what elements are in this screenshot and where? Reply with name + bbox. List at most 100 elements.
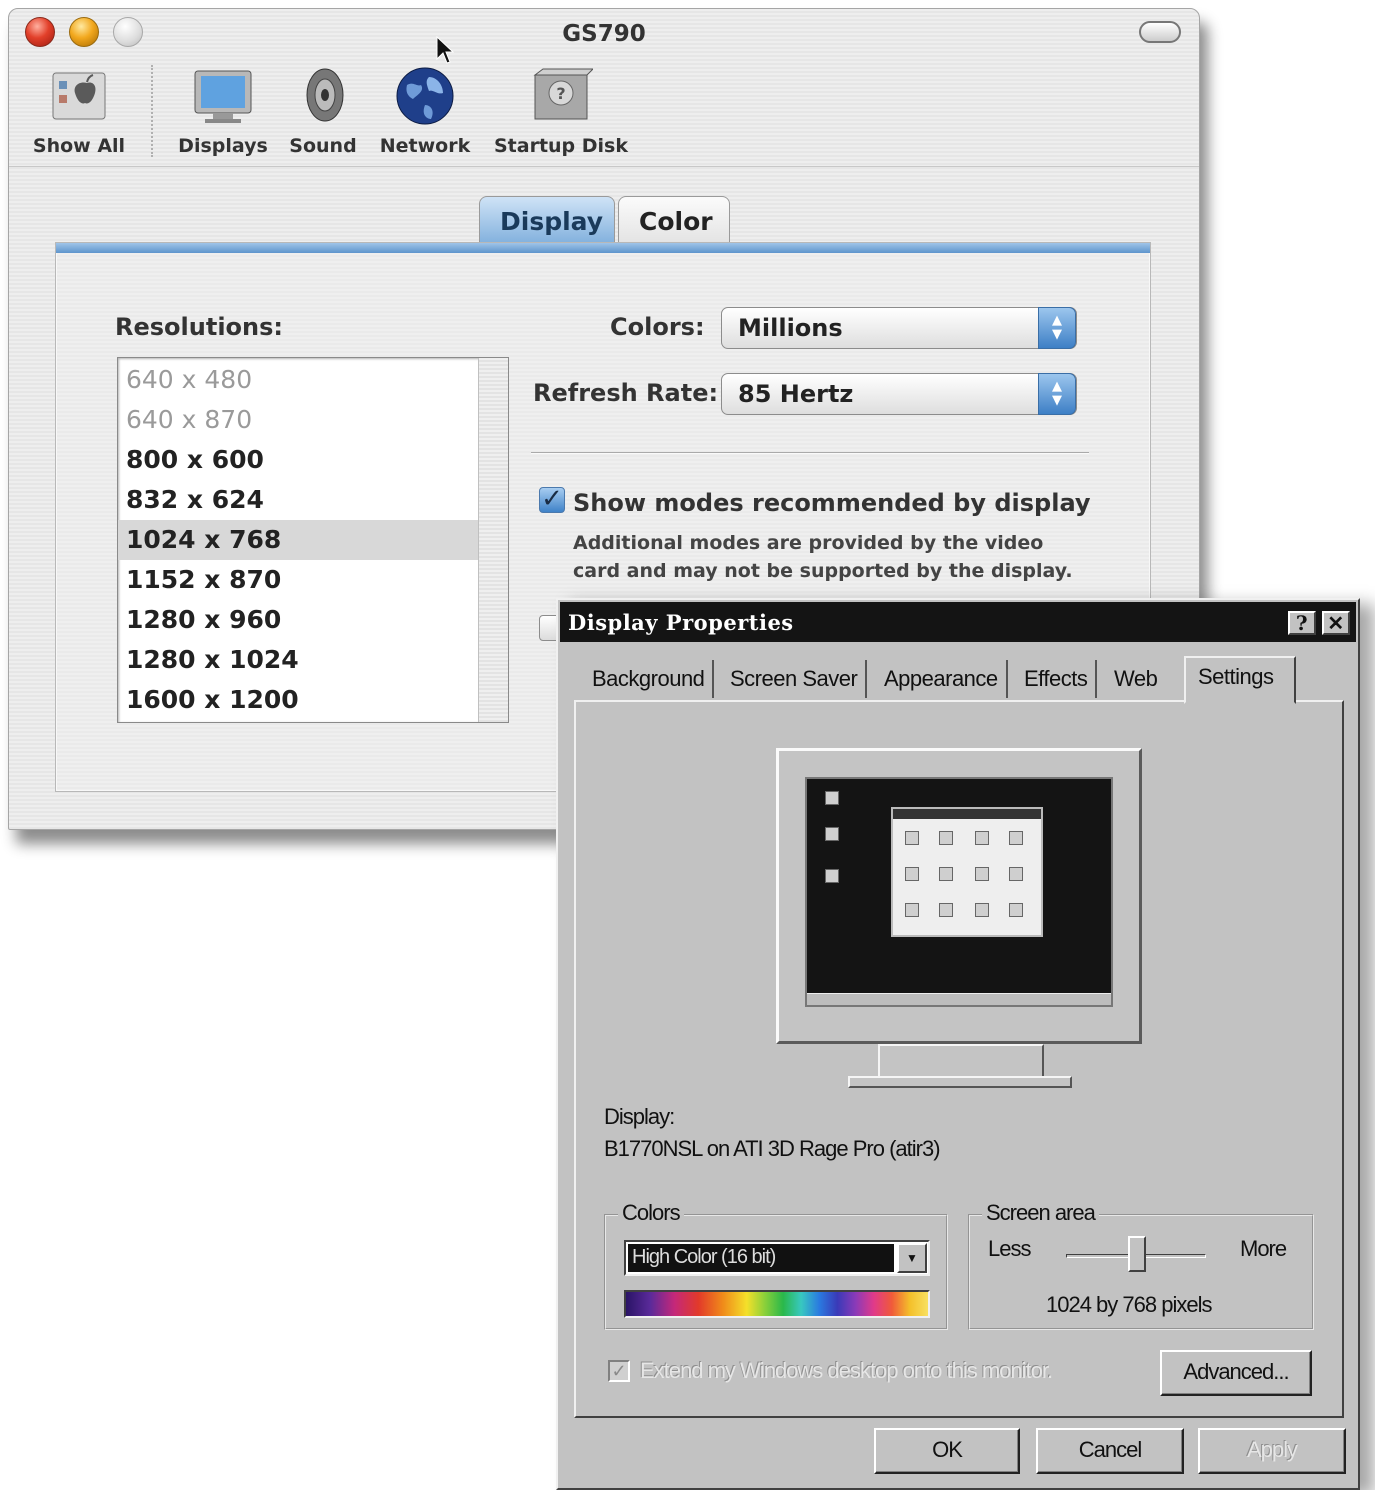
folder-icon bbox=[905, 903, 919, 917]
help-icon[interactable]: ? bbox=[1288, 611, 1316, 635]
refresh-rate-select[interactable]: 85 Hertz ▲ ▼ bbox=[721, 373, 1077, 415]
globe-icon bbox=[396, 67, 454, 125]
list-item-selected[interactable]: 1024 x 768 bbox=[118, 520, 478, 560]
resolutions-label: Resolutions: bbox=[115, 313, 283, 341]
list-item[interactable]: 640 x 480 bbox=[118, 360, 478, 400]
display-properties-dialog: Display Properties ? ✕ Background Screen… bbox=[556, 598, 1360, 1490]
folder-icon bbox=[1009, 903, 1023, 917]
tab-web[interactable]: Web bbox=[1106, 660, 1165, 698]
less-label: Less bbox=[988, 1236, 1031, 1261]
toolbar-displays[interactable]: Displays bbox=[173, 65, 273, 157]
prefs-toolbar: Show All Displays Sound Network ? Startu… bbox=[9, 55, 1199, 167]
tab-appearance[interactable]: Appearance bbox=[876, 660, 1008, 698]
window-title: GS790 bbox=[562, 21, 646, 47]
colors-combo[interactable]: High Color (16 bit) ▼ bbox=[624, 1240, 930, 1276]
show-modes-label[interactable]: Show modes recommended by display bbox=[573, 489, 1091, 517]
colors-group-label: Colors bbox=[618, 1200, 684, 1226]
folder-icon bbox=[975, 903, 989, 917]
toolbar-network[interactable]: Network bbox=[375, 65, 475, 157]
folder-icon bbox=[905, 867, 919, 881]
tab-background[interactable]: Background bbox=[584, 660, 715, 698]
toolbar-label: Show All bbox=[32, 135, 126, 157]
extend-desktop-label: Extend my Windows desktop onto this moni… bbox=[640, 1358, 1053, 1383]
toolbar-label: Startup Disk bbox=[493, 135, 628, 157]
show-modes-checkbox[interactable]: ✓ bbox=[539, 486, 565, 513]
tab-settings[interactable]: Settings bbox=[1184, 656, 1296, 704]
folder-icon bbox=[975, 867, 989, 881]
folder-icon bbox=[1009, 831, 1023, 845]
display-label: Display: bbox=[604, 1104, 675, 1129]
speaker-icon bbox=[306, 68, 344, 122]
advanced-button[interactable]: Advanced... bbox=[1160, 1350, 1312, 1396]
display-value: B1770NSL on ATI 3D Rage Pro (atir3) bbox=[604, 1136, 941, 1161]
tab-effects[interactable]: Effects bbox=[1016, 660, 1098, 698]
monitor-preview-icon bbox=[776, 748, 1142, 1044]
toolbar-label: Displays bbox=[178, 135, 268, 157]
colors-groupbox: Colors High Color (16 bit) ▼ bbox=[604, 1200, 948, 1330]
apply-button[interactable]: Apply bbox=[1198, 1428, 1346, 1474]
list-item[interactable]: 800 x 600 bbox=[118, 440, 478, 480]
screen-area-value: 1024 by 768 pixels bbox=[1046, 1292, 1212, 1317]
chevron-down-icon[interactable]: ▼ bbox=[897, 1243, 927, 1273]
list-item[interactable]: 1280 x 1024 bbox=[118, 640, 478, 680]
list-item[interactable]: 1280 x 960 bbox=[118, 600, 478, 640]
desktop-icon bbox=[825, 827, 839, 841]
screen-area-group-label: Screen area bbox=[982, 1200, 1099, 1226]
preview-window-bar bbox=[893, 809, 1041, 819]
colors-label: Colors: bbox=[610, 313, 705, 341]
show-modes-note: Additional modes are provided by the vid… bbox=[573, 532, 1073, 582]
folder-icon bbox=[939, 867, 953, 881]
list-scrollbar[interactable] bbox=[478, 358, 508, 722]
svg-text:?: ? bbox=[556, 84, 565, 103]
panel-accent-bar bbox=[56, 243, 1150, 253]
list-item[interactable]: 1600 x 1200 bbox=[118, 680, 478, 720]
tab-color[interactable]: Color bbox=[618, 196, 730, 246]
toolbar-label: Sound bbox=[289, 135, 357, 157]
screen-area-groupbox: Screen area Less More 1024 by 768 pixels bbox=[968, 1200, 1314, 1330]
toolbar-sound[interactable]: Sound bbox=[287, 65, 359, 157]
toolbar-label: Network bbox=[379, 135, 471, 157]
toolbar-toggle-button[interactable] bbox=[1139, 21, 1181, 43]
monitor-base-icon bbox=[848, 1076, 1072, 1088]
monitor-icon bbox=[194, 70, 252, 123]
list-item[interactable]: 640 x 870 bbox=[118, 400, 478, 440]
toolbar-startup-disk[interactable]: ? Startup Disk bbox=[493, 65, 629, 157]
list-item[interactable]: 832 x 624 bbox=[118, 480, 478, 520]
monitor-stand-icon bbox=[878, 1044, 1044, 1078]
close-icon[interactable]: ✕ bbox=[1322, 611, 1350, 635]
list-item[interactable]: 1152 x 870 bbox=[118, 560, 478, 600]
chevron-updown-icon: ▲ ▼ bbox=[1038, 373, 1076, 415]
chevron-updown-icon: ▲ ▼ bbox=[1038, 307, 1076, 349]
colors-select-value: Millions bbox=[738, 314, 843, 342]
extend-desktop-checkbox[interactable]: ✓ bbox=[608, 1360, 630, 1382]
ok-button[interactable]: OK bbox=[874, 1428, 1020, 1474]
colors-combo-value: High Color (16 bit) bbox=[628, 1244, 894, 1272]
apple-prefs-icon bbox=[52, 72, 106, 120]
more-label: More bbox=[1240, 1236, 1287, 1261]
folder-icon bbox=[939, 903, 953, 917]
colors-select[interactable]: Millions ▲ ▼ bbox=[721, 307, 1077, 349]
cancel-button[interactable]: Cancel bbox=[1036, 1428, 1184, 1474]
divider bbox=[531, 452, 1089, 454]
desktop-icon bbox=[825, 791, 839, 805]
folder-icon bbox=[939, 831, 953, 845]
dialog-title: Display Properties bbox=[568, 610, 794, 635]
desktop-icon bbox=[825, 869, 839, 883]
folder-icon bbox=[1009, 867, 1023, 881]
preview-taskbar bbox=[807, 993, 1111, 1005]
preview-window bbox=[891, 807, 1043, 937]
dialog-title-bar[interactable]: Display Properties ? ✕ bbox=[560, 602, 1356, 642]
mac-title-bar[interactable]: GS790 bbox=[9, 9, 1199, 55]
resolutions-list[interactable]: 640 x 480 640 x 870 800 x 600 832 x 624 … bbox=[117, 357, 509, 723]
tab-display[interactable]: Display bbox=[479, 196, 615, 246]
folder-icon bbox=[905, 831, 919, 845]
mouse-pointer-icon bbox=[436, 35, 455, 64]
refresh-rate-label: Refresh Rate: bbox=[533, 379, 719, 407]
screen-area-slider-thumb[interactable] bbox=[1128, 1236, 1146, 1272]
monitor-preview-screen bbox=[805, 777, 1113, 1007]
hard-disk-icon: ? bbox=[533, 68, 593, 120]
toolbar-separator bbox=[151, 65, 153, 157]
toolbar-show-all[interactable]: Show All bbox=[27, 65, 131, 157]
folder-icon bbox=[975, 831, 989, 845]
tab-screen-saver[interactable]: Screen Saver bbox=[722, 660, 868, 698]
